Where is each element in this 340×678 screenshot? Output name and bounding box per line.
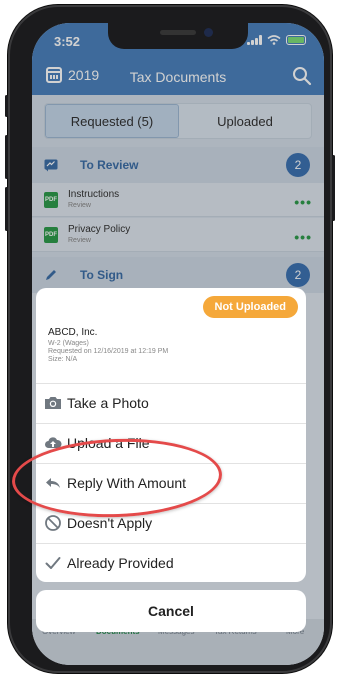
volume-up-button <box>5 135 8 179</box>
notch <box>108 23 248 49</box>
take-photo-button[interactable]: Take a Photo <box>36 383 306 423</box>
power-button <box>332 155 335 221</box>
volume-down-button <box>5 187 8 231</box>
document-form: W-2 (Wages) <box>48 340 89 347</box>
doesnt-apply-label: Doesn't Apply <box>67 515 153 531</box>
document-size: Size: N/A <box>48 356 78 363</box>
already-provided-button[interactable]: Already Provided <box>36 543 306 582</box>
front-camera <box>204 28 213 37</box>
checkmark-icon <box>45 557 61 569</box>
already-provided-label: Already Provided <box>67 555 174 571</box>
mute-switch <box>5 95 8 117</box>
take-photo-label: Take a Photo <box>67 395 149 411</box>
status-badge: Not Uploaded <box>202 296 298 318</box>
document-company: ABCD, Inc. <box>48 327 98 338</box>
camera-icon <box>45 397 61 409</box>
action-sheet: Not Uploaded ABCD, Inc. W-2 (Wages) Requ… <box>36 288 306 582</box>
speaker <box>160 30 196 35</box>
cancel-button[interactable]: Cancel <box>36 590 306 632</box>
document-info: ABCD, Inc. W-2 (Wages) Requested on 12/1… <box>48 327 168 363</box>
screen: 3:52 2019 Tax Documents Requested (5) Up… <box>32 23 324 665</box>
prohibited-icon <box>45 515 61 531</box>
document-requested-date: Requested on 12/16/2019 at 12:19 PM <box>48 348 169 355</box>
phone-frame: 3:52 2019 Tax Documents Requested (5) Up… <box>5 5 335 673</box>
